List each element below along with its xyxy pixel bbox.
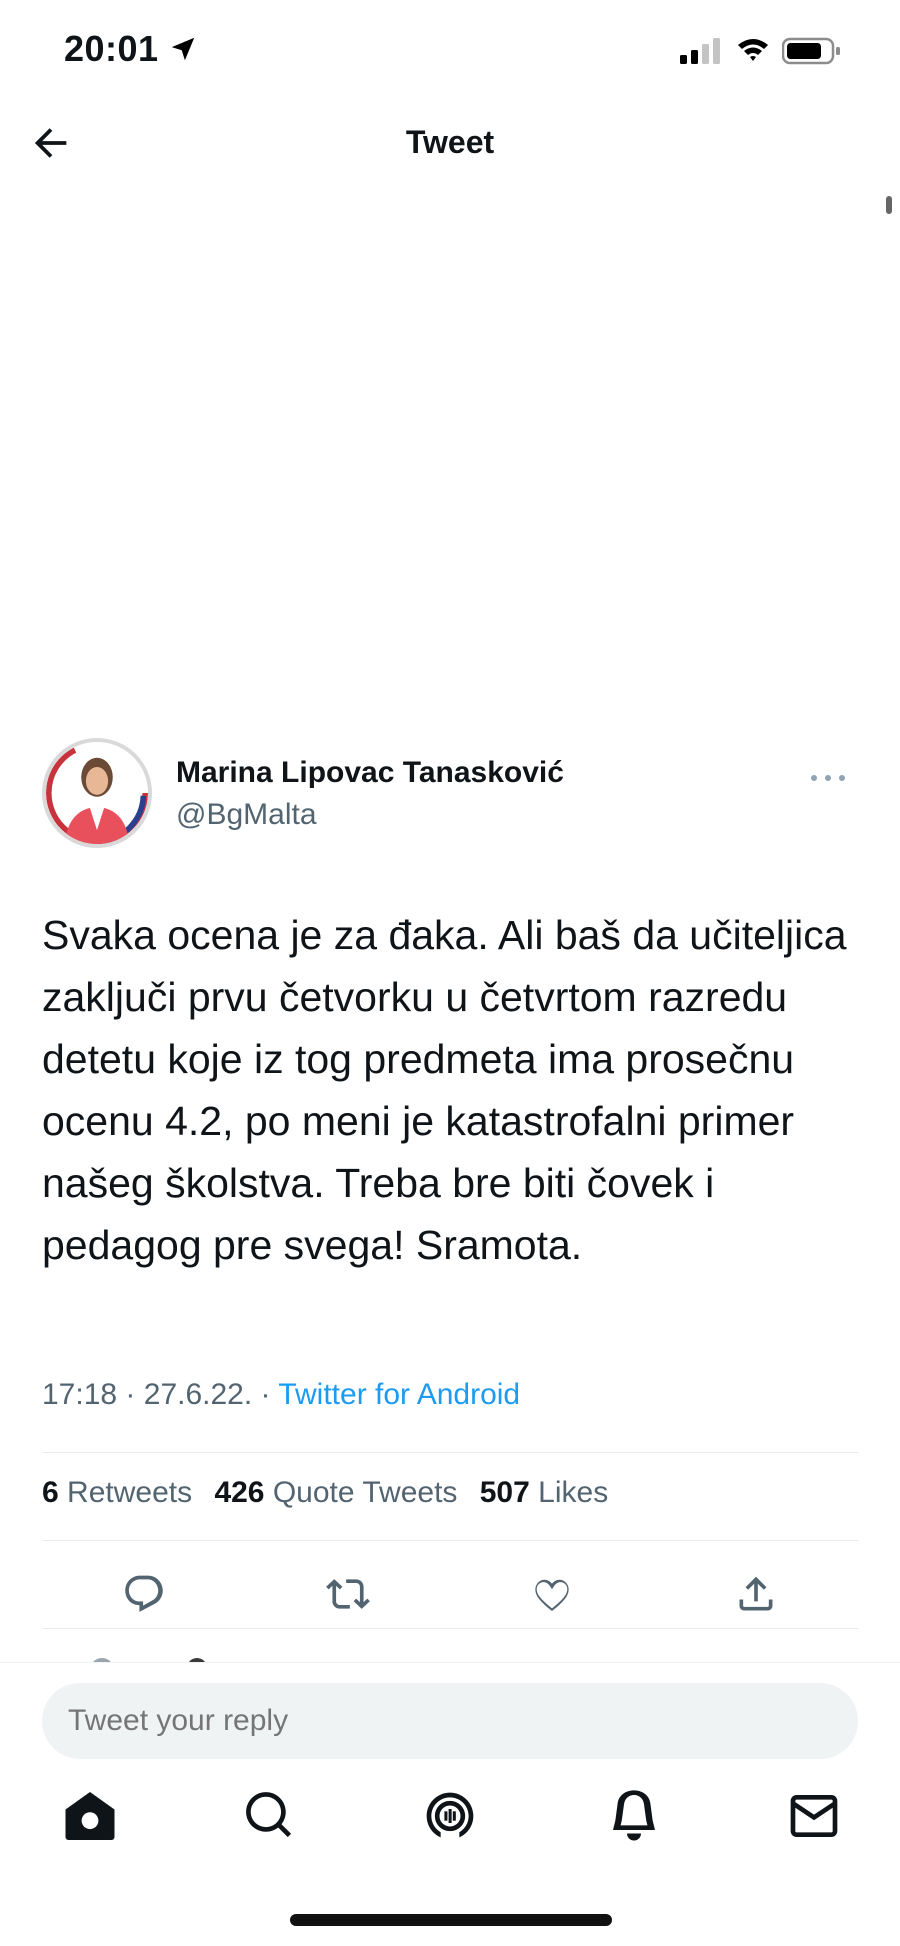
search-icon[interactable] (242, 1788, 298, 1844)
reply-input[interactable] (42, 1683, 858, 1759)
reply-icon[interactable] (122, 1572, 166, 1616)
more-dots-icon[interactable] (808, 768, 848, 788)
cellular-signal-icon (680, 38, 720, 64)
location-arrow-icon (171, 37, 195, 61)
tweet-time: 17:18 (42, 1378, 118, 1411)
status-bar: 20:01 (0, 0, 900, 100)
bottom-tab-bar (0, 1780, 900, 1880)
avatar-image (46, 742, 148, 844)
home-icon[interactable] (62, 1788, 118, 1844)
retweets-count: 6 (42, 1476, 59, 1509)
meta-separator: · (125, 1378, 136, 1411)
tweet-source-link[interactable]: Twitter for Android (278, 1378, 520, 1411)
share-icon[interactable] (734, 1572, 778, 1616)
quotes-label: Quote Tweets (272, 1476, 458, 1509)
page-title: Tweet (405, 124, 495, 160)
retweet-icon[interactable] (326, 1572, 370, 1616)
wifi-icon (738, 39, 768, 61)
avatar[interactable] (42, 738, 152, 848)
likes-stat[interactable]: 507 Likes (480, 1476, 608, 1509)
likes-label: Likes (538, 1476, 609, 1509)
messages-icon[interactable] (786, 1788, 842, 1844)
author-handle[interactable]: @BgMalta (176, 798, 317, 832)
battery-icon (782, 37, 840, 65)
reply-bar (0, 1662, 900, 1762)
like-icon[interactable] (530, 1572, 574, 1616)
status-time: 20:01 (64, 28, 159, 69)
divider (42, 1452, 858, 1453)
retweets-stat[interactable]: 6 Retweets (42, 1476, 192, 1509)
divider (42, 1540, 858, 1541)
meta-separator: · (260, 1378, 271, 1411)
tweet-actions (42, 1560, 858, 1630)
tweet-date: 27.6.22. (143, 1378, 253, 1411)
retweets-label: Retweets (67, 1476, 193, 1509)
tweet-text: Svaka ocena je za đaka. Ali baš da učite… (42, 912, 847, 1268)
divider (42, 1628, 858, 1629)
notifications-icon[interactable] (606, 1788, 662, 1844)
home-indicator (290, 1914, 612, 1926)
author-name[interactable]: Marina Lipovac Tanasković (176, 756, 564, 790)
likes-count: 507 (479, 1476, 530, 1509)
spaces-icon[interactable] (422, 1788, 478, 1844)
tweet-stats: 6 Retweets 426 Quote Tweets 507 Likes (42, 1476, 622, 1510)
scroll-indicator (886, 196, 892, 214)
tweet-meta: 17:18 · 27.6.22. · Twitter for Android (42, 1378, 520, 1412)
quote-tweets-stat[interactable]: 426 Quote Tweets (214, 1476, 457, 1509)
quotes-count: 426 (214, 1476, 265, 1509)
